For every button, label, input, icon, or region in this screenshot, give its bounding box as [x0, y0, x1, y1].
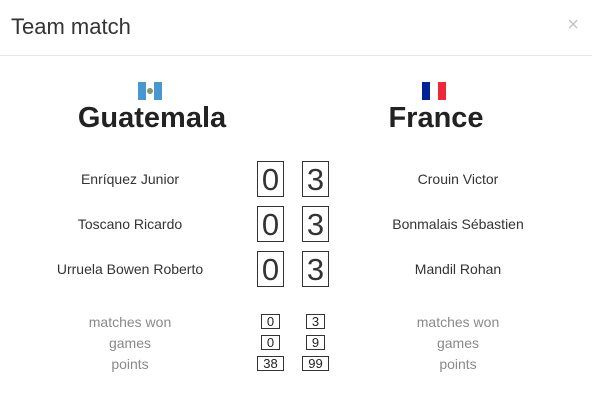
flag-stripe-center: [430, 82, 438, 100]
away-player[interactable]: Mandil Rohan: [358, 261, 558, 277]
flag-stripe-left: [138, 82, 146, 100]
flag-stripe-right: [154, 82, 162, 100]
home-stat-label: points: [111, 356, 149, 372]
away-stat-label: points: [439, 356, 477, 372]
flag-stripe-left: [422, 82, 430, 100]
away-team-name: France: [388, 102, 484, 134]
close-icon[interactable]: ×: [567, 14, 579, 36]
home-player[interactable]: Enríquez Junior: [30, 171, 230, 187]
home-stat-label: matches won: [88, 314, 172, 330]
away-match-score: 3: [302, 251, 329, 287]
away-player[interactable]: Crouin Victor: [358, 171, 558, 187]
guatemala-flag-icon: [138, 82, 162, 100]
home-match-score: 0: [257, 251, 284, 287]
dialog-header: Team match ×: [0, 0, 592, 56]
dialog-title: Team match: [11, 14, 131, 39]
away-matches-won: 3: [306, 314, 325, 329]
home-matches-won: 0: [261, 314, 280, 329]
home-player[interactable]: Urruela Bowen Roberto: [30, 261, 230, 277]
team-match-dialog: Team match × Guatemala France Enríquez J…: [0, 0, 592, 412]
home-match-score: 0: [257, 206, 284, 242]
away-stat-label: matches won: [416, 314, 500, 330]
away-match-score: 3: [302, 206, 329, 242]
away-games: 9: [306, 335, 325, 350]
flag-stripe-right: [438, 82, 446, 100]
away-match-score: 3: [302, 161, 329, 197]
flag-emblem: [147, 88, 153, 94]
away-player[interactable]: Bonmalais Sébastien: [358, 216, 558, 232]
home-player[interactable]: Toscano Ricardo: [30, 216, 230, 232]
france-flag-icon: [422, 82, 446, 100]
home-points: 38: [257, 356, 284, 371]
home-team-name: Guatemala: [77, 102, 227, 134]
home-games: 0: [261, 335, 280, 350]
home-match-score: 0: [257, 161, 284, 197]
away-stat-label: games: [436, 335, 480, 351]
away-points: 99: [302, 356, 329, 371]
home-stat-label: games: [108, 335, 152, 351]
